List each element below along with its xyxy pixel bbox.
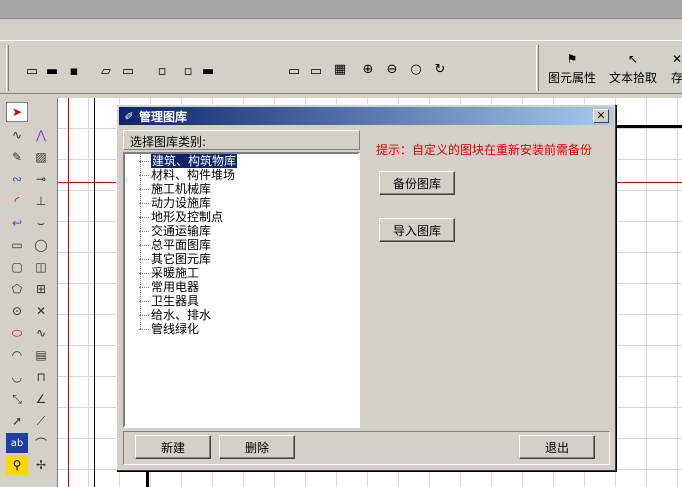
toolbar-tool-icon[interactable]: ▭	[308, 63, 324, 79]
drawing-line	[146, 471, 149, 487]
blocks-icon[interactable]: ⊞	[30, 279, 52, 299]
main-toolbar: ▭ ▬ ▪ ▱ ▭ ▫ ▫ ▬ ▭ ▭ ▦ ⊕ ⊖ ○ ↻ ⚑ 图元属性 ↖ 文…	[0, 40, 682, 94]
zoom-refresh-icon[interactable]: ↻	[432, 61, 448, 77]
circle-center-icon[interactable]: ⊙	[6, 301, 28, 321]
polyline-icon[interactable]: ∿	[6, 125, 28, 145]
dialog-titlebar[interactable]: ✐ 管理图库 ✕	[119, 107, 613, 125]
element-props-button[interactable]: ⚑ 图元属性	[548, 51, 596, 86]
margin-line	[94, 98, 95, 487]
backup-library-button[interactable]: 备份图库	[379, 171, 455, 195]
person-icon[interactable]: ⚲	[6, 455, 28, 475]
overflow-icon: ✕	[671, 52, 682, 66]
tree-item-site-plan[interactable]: 总平面图库	[127, 238, 357, 252]
drawing-line	[613, 125, 682, 128]
tree-item-pipeline[interactable]: 管线绿化	[127, 322, 357, 336]
gate-icon[interactable]: ⊓	[30, 367, 52, 387]
overflow-button[interactable]: ✕ 存	[668, 51, 682, 86]
rounded-rect-icon[interactable]: ▢	[6, 257, 28, 277]
tree-body: 建筑、构筑物库 材料、构件堆场 施工机械库 动力设施库 地形及控制点 交通运输库…	[127, 154, 357, 336]
half-circle-icon[interactable]: ◠	[6, 345, 28, 365]
zoom-out-icon[interactable]: ⊖	[384, 61, 400, 77]
arc-open-icon[interactable]: ◡	[6, 367, 28, 387]
backup-hint: 提示：自定义的图块在重新安装前需备份	[376, 143, 593, 157]
tree-item-machinery[interactable]: 施工机械库	[127, 182, 357, 196]
tree-item-materials[interactable]: 材料、构件堆场	[127, 168, 357, 182]
toolbar-tool-icon[interactable]: ▬	[200, 63, 216, 79]
tree-item-building[interactable]: 建筑、构筑物库	[127, 154, 357, 168]
app-titlebar	[0, 0, 682, 19]
element-props-icon: ⚑	[566, 52, 578, 66]
text-pick-button[interactable]: ↖ 文本拾取	[609, 51, 657, 86]
toolbar-tool-icon[interactable]: ▪	[66, 63, 82, 79]
hook-icon[interactable]: ↩	[6, 213, 28, 233]
toolbar-tool-icon[interactable]: ▬	[44, 63, 60, 79]
pentagon-icon[interactable]: ⬠	[6, 279, 28, 299]
category-tree[interactable]: 建筑、构筑物库 材料、构件堆场 施工机械库 动力设施库 地形及控制点 交通运输库…	[123, 152, 360, 428]
ruler-guide-vertical	[68, 98, 69, 487]
delete-button[interactable]: 删除	[219, 435, 295, 459]
element-props-label: 图元属性	[548, 71, 597, 85]
text-pick-label: 文本拾取	[609, 71, 658, 85]
overflow-label: 存	[670, 71, 682, 85]
text-ab-icon[interactable]: ab	[6, 433, 28, 453]
bracket-icon[interactable]: ⌣	[30, 213, 52, 233]
rectangle-icon[interactable]: ▭	[6, 235, 28, 255]
tree-item-other[interactable]: 其它图元库	[127, 252, 357, 266]
toolbar-tool-icon[interactable]: ▭	[286, 63, 302, 79]
menubar	[0, 20, 682, 38]
zigzag-icon[interactable]: ⋀	[30, 125, 52, 145]
frame-icon[interactable]: ◫	[30, 257, 52, 277]
dimension-icon[interactable]: ⊥	[30, 191, 52, 211]
wave-icon[interactable]: ∿	[30, 323, 52, 343]
exit-button[interactable]: 退出	[519, 435, 595, 459]
circle-small-icon[interactable]: ◯	[30, 235, 52, 255]
select-arrow-icon[interactable]: ➤	[6, 102, 28, 122]
zoom-icon[interactable]: ○	[408, 61, 424, 77]
line-node-icon[interactable]: ⊸	[30, 169, 52, 189]
pipe-bend-icon[interactable]: ⌒	[30, 433, 52, 453]
dialog-title: 管理图库	[139, 109, 188, 124]
ellipse-icon[interactable]: ⬭	[6, 323, 28, 343]
toolbar-tool-icon[interactable]: ▫	[154, 63, 170, 79]
curve-icon[interactable]: ∾	[6, 169, 28, 189]
hatch-icon[interactable]: ▨	[30, 147, 52, 167]
toolbar-tool-icon[interactable]: ▭	[24, 63, 40, 79]
text-pick-icon: ↖	[627, 52, 639, 66]
toolbar-tool-icon[interactable]: ▱	[98, 63, 114, 79]
tree-item-electrical[interactable]: 常用电器	[127, 280, 357, 294]
toolbar-tool-icon[interactable]: ▭	[120, 63, 136, 79]
tree-item-transport[interactable]: 交通运输库	[127, 224, 357, 238]
junction-icon[interactable]: ✢	[30, 455, 52, 475]
close-button[interactable]: ✕	[593, 109, 609, 123]
app-icon: ✐	[124, 109, 134, 123]
table-icon[interactable]: ▦	[332, 61, 348, 77]
import-library-button[interactable]: 导入图库	[379, 218, 455, 242]
zoom-in-icon[interactable]: ⊕	[360, 61, 376, 77]
left-toolbox: ➤ ∿ ⋀ ✎ ▨ ∾ ⊸ ◜ ⊥ ↩ ⌣ ▭ ◯ ▢ ◫ ⬠ ⊞ ⊙ ✕ ⬭ …	[3, 98, 55, 487]
toolbar-grip[interactable]	[536, 45, 539, 91]
pencil-icon[interactable]: ✎	[6, 147, 28, 167]
category-list-header: 选择图库类别:	[123, 130, 360, 150]
toolbar-grip[interactable]	[6, 45, 9, 91]
measure-icon[interactable]: ⤡	[6, 389, 28, 409]
stripe-icon[interactable]: ▤	[30, 345, 52, 365]
toolbar-tool-icon[interactable]: ▫	[180, 63, 196, 79]
diagonal-icon[interactable]: ⟋	[30, 411, 52, 431]
tree-item-terrain[interactable]: 地形及控制点	[127, 210, 357, 224]
manage-library-dialog: ✐ 管理图库 ✕ 选择图库类别: 建筑、构筑物库 材料、构件堆场 施工机械库 动…	[116, 104, 616, 471]
angle-icon[interactable]: ∠	[30, 389, 52, 409]
tree-item-water[interactable]: 给水、排水	[127, 308, 357, 322]
tree-item-power[interactable]: 动力设施库	[127, 196, 357, 210]
tree-item-heating[interactable]: 采暖施工	[127, 266, 357, 280]
arc-icon[interactable]: ◜	[6, 191, 28, 211]
new-button[interactable]: 新建	[135, 435, 211, 459]
tree-item-sanitary[interactable]: 卫生器具	[127, 294, 357, 308]
arrow-line-icon[interactable]: ➚	[6, 411, 28, 431]
cross-icon[interactable]: ✕	[30, 301, 52, 321]
